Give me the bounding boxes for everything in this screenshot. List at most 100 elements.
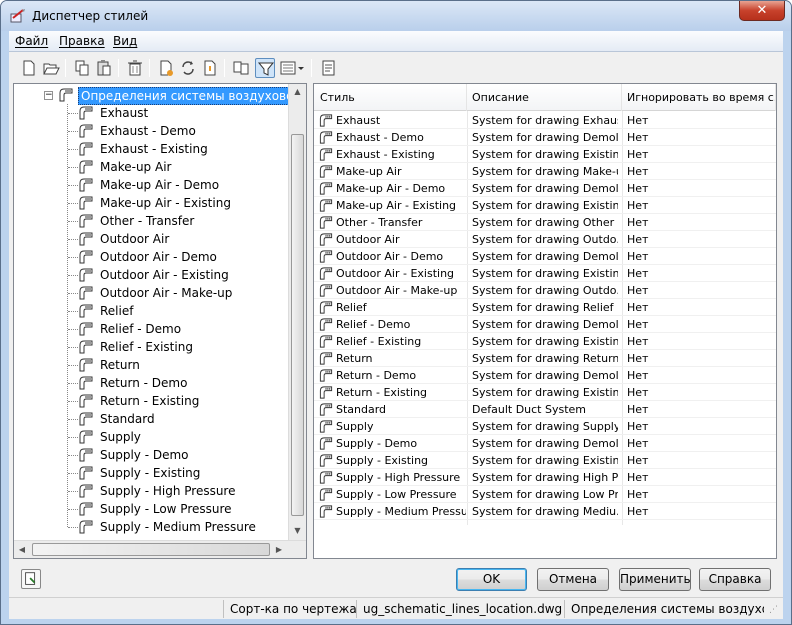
tree-item[interactable]: Supply — [14, 428, 288, 446]
cancel-button[interactable]: Отмена — [537, 568, 609, 591]
tree-item-label: Outdoor Air - Existing — [100, 268, 229, 282]
tree-item[interactable]: Outdoor Air - Demo — [14, 248, 288, 266]
tree-item[interactable]: Supply - Low Pressure — [14, 500, 288, 518]
scroll-left-arrow-icon[interactable]: ◀ — [17, 545, 27, 554]
toolbar-separator — [118, 59, 119, 77]
list-row[interactable]: Supply - Existing System for drawing Exis… — [314, 452, 776, 469]
list-row[interactable]: Supply - Medium Pressure System for drawi… — [314, 503, 776, 520]
list-row[interactable]: Supply - High Pressure System for drawing… — [314, 469, 776, 486]
list-row[interactable]: Relief System for drawing Relief ... Нет — [314, 299, 776, 316]
collapse-toggle-icon[interactable]: − — [44, 91, 53, 100]
new-icon[interactable] — [19, 58, 39, 78]
tree-item[interactable]: Supply - Existing — [14, 464, 288, 482]
help-button[interactable]: Справка — [699, 568, 771, 591]
properties-icon[interactable] — [319, 58, 339, 78]
column-header-style[interactable]: Стиль — [314, 84, 467, 111]
scroll-down-arrow-icon[interactable]: ▼ — [289, 526, 306, 535]
list-row[interactable]: Outdoor Air - Make-up System for drawing … — [314, 282, 776, 299]
list-row[interactable]: Supply - Low Pressure System for drawing … — [314, 486, 776, 503]
list-row[interactable]: Outdoor Air - Demo System for drawing Dem… — [314, 248, 776, 265]
tree-item[interactable]: Make-up Air - Existing — [14, 194, 288, 212]
tree-item[interactable]: Relief - Existing — [14, 338, 288, 356]
tree-item[interactable]: Exhaust - Demo — [14, 122, 288, 140]
scroll-thumb[interactable] — [32, 543, 270, 556]
list-row[interactable]: Standard Default Duct System Нет — [314, 401, 776, 418]
menu-edit[interactable]: Правка — [59, 34, 105, 48]
open-icon[interactable] — [41, 58, 61, 78]
tree-item[interactable]: Supply - Medium Pressure — [14, 518, 288, 536]
list-row[interactable]: Exhaust - Existing System for drawing Exi… — [314, 146, 776, 163]
list-row[interactable]: Return System for drawing Return... Нет — [314, 350, 776, 367]
duct-system-icon — [79, 466, 93, 480]
tree-item[interactable]: Outdoor Air - Make-up — [14, 284, 288, 302]
column-header-ignore[interactable]: Игнорировать во время с... — [622, 84, 776, 111]
tree-item[interactable]: Supply - High Pressure — [14, 482, 288, 500]
style-list-pane[interactable]: Стиль Описание Игнорировать во время с..… — [313, 83, 777, 559]
duct-system-icon — [79, 286, 93, 300]
tree-item[interactable]: Outdoor Air - Existing — [14, 266, 288, 284]
title-bar[interactable]: Диспетчер стилей ✕ — [1, 1, 791, 31]
tree-item[interactable]: Make-up Air — [14, 158, 288, 176]
set-from-icon[interactable] — [200, 58, 220, 78]
list-row[interactable]: Make-up Air - Demo System for drawing Dem… — [314, 180, 776, 197]
cell-style-name: Outdoor Air - Make-up — [336, 284, 458, 297]
list-row[interactable]: Exhaust - Demo System for drawing Demoli.… — [314, 129, 776, 146]
duct-system-icon — [79, 430, 93, 444]
cell-style-name: Return - Existing — [336, 386, 428, 399]
paste-icon[interactable] — [94, 58, 114, 78]
tree-root-node[interactable]: − Определения системы воздуховодов — [14, 86, 288, 105]
filter-icon[interactable] — [255, 58, 275, 78]
list-row[interactable]: Other - Transfer System for drawing Other… — [314, 214, 776, 231]
tree-item[interactable]: Supply - Demo — [14, 446, 288, 464]
duct-system-icon — [79, 160, 93, 174]
list-row[interactable]: Return - Demo System for drawing Demoli..… — [314, 367, 776, 384]
tree-item[interactable]: Relief - Demo — [14, 320, 288, 338]
tree-horizontal-scrollbar[interactable]: ◀ ▶ — [14, 540, 306, 558]
column-header-description[interactable]: Описание — [467, 84, 622, 111]
copy-icon[interactable] — [72, 58, 92, 78]
tree-item[interactable]: Other - Transfer — [14, 212, 288, 230]
list-row[interactable]: Make-up Air - Existing System for drawing… — [314, 197, 776, 214]
tree-item[interactable]: Return — [14, 356, 288, 374]
toolbar-separator — [311, 59, 312, 77]
list-row[interactable]: Outdoor Air System for drawing Outdo... Не… — [314, 231, 776, 248]
menu-file[interactable]: Файл — [15, 34, 48, 48]
scroll-up-arrow-icon[interactable]: ▲ — [289, 87, 306, 96]
apply-button[interactable]: Применить — [619, 568, 691, 591]
duct-system-icon — [79, 196, 93, 210]
list-row[interactable]: Supply - Demo System for drawing Demoli..… — [314, 435, 776, 452]
list-row[interactable]: Return - Existing System for drawing Exis… — [314, 384, 776, 401]
list-row[interactable]: Relief - Existing System for drawing Exis… — [314, 333, 776, 350]
cell-ignore: Нет — [627, 505, 649, 518]
tree-item[interactable]: Return - Existing — [14, 392, 288, 410]
list-row[interactable]: Supply System for drawing Supply ... Нет — [314, 418, 776, 435]
dropdown-arrow-icon[interactable] — [296, 58, 306, 78]
menu-view[interactable]: Вид — [113, 34, 137, 48]
close-button[interactable]: ✕ — [739, 1, 785, 21]
tree-vertical-scrollbar[interactable]: ▲ ▼ — [288, 84, 306, 540]
list-row[interactable]: Relief - Demo System for drawing Demoli..… — [314, 316, 776, 333]
resize-grip-icon[interactable]: ⋰ — [769, 605, 781, 617]
tree-item[interactable]: Standard — [14, 410, 288, 428]
help-context-icon[interactable] — [21, 569, 41, 589]
cell-description: System for drawing Mediu... — [472, 505, 618, 518]
purge-icon[interactable] — [125, 58, 145, 78]
sync-icon[interactable] — [178, 58, 198, 78]
tree-item[interactable]: Relief — [14, 302, 288, 320]
cell-ignore: Нет — [627, 267, 649, 280]
ok-button[interactable]: OK — [456, 568, 527, 591]
list-row[interactable]: Exhaust System for drawing Exhaus... Нет — [314, 112, 776, 129]
tree-item[interactable]: Exhaust — [14, 104, 288, 122]
tree-viewport: − Определения системы воздуховодов Exhau… — [14, 84, 288, 540]
list-row[interactable]: Make-up Air System for drawing Make-u... Н… — [314, 163, 776, 180]
edit-style-icon[interactable] — [156, 58, 176, 78]
list-row[interactable]: Outdoor Air - Existing System for drawing… — [314, 265, 776, 282]
tree-item[interactable]: Return - Demo — [14, 374, 288, 392]
scroll-thumb[interactable] — [291, 134, 304, 516]
tree-item[interactable]: Outdoor Air — [14, 230, 288, 248]
tree-item[interactable]: Make-up Air - Demo — [14, 176, 288, 194]
toggle-view-icon[interactable] — [231, 58, 251, 78]
tree-item[interactable]: Exhaust - Existing — [14, 140, 288, 158]
scroll-right-arrow-icon[interactable]: ▶ — [274, 545, 284, 554]
style-tree-pane[interactable]: − Определения системы воздуховодов Exhau… — [13, 83, 307, 559]
